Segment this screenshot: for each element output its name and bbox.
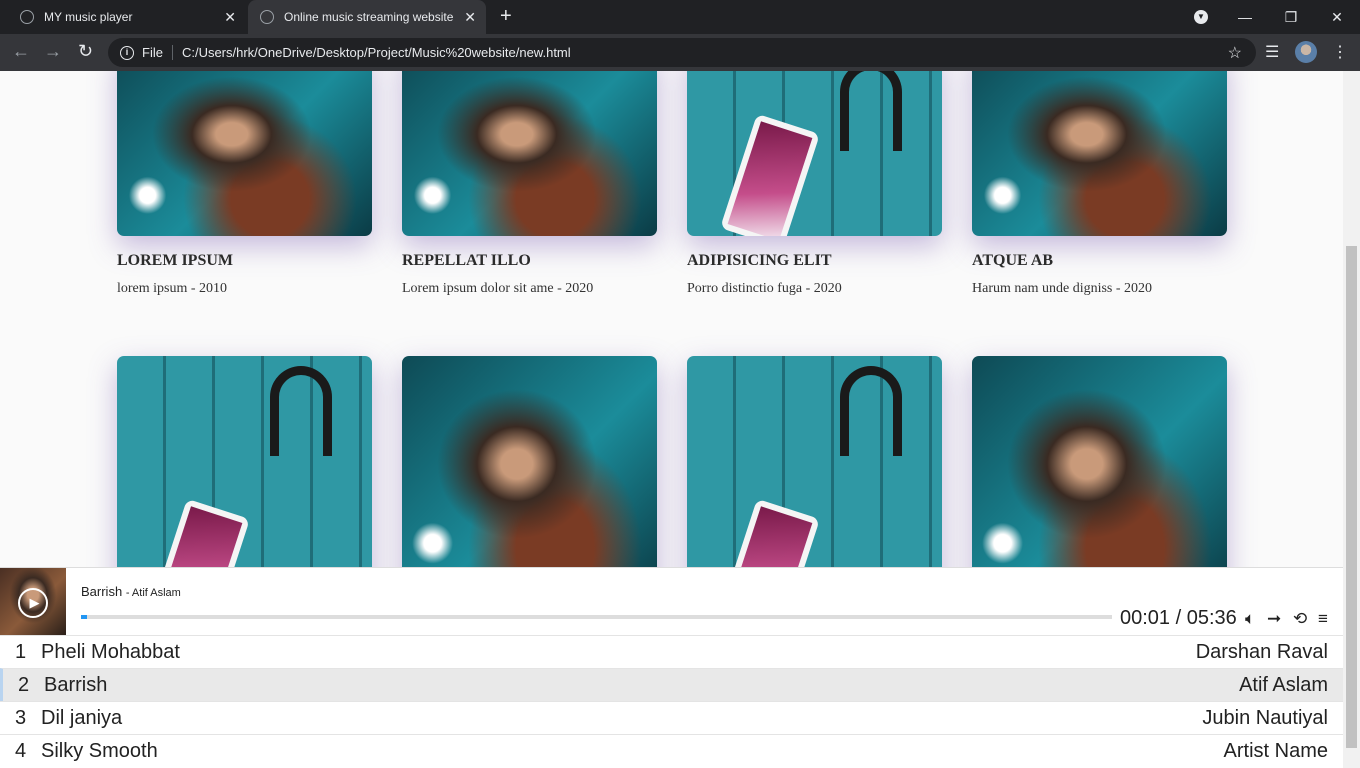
media-control-icon[interactable]: ☰ — [1265, 42, 1279, 62]
track-number: 2 — [18, 673, 30, 696]
scrollbar-thumb[interactable] — [1346, 246, 1357, 748]
now-playing-title: Barrish — [81, 584, 123, 599]
now-playing-artist: - Atif Aslam — [125, 587, 181, 599]
card-title[interactable]: LOREM IPSUM — [117, 252, 233, 270]
album-art-singer[interactable] — [117, 71, 372, 236]
play-icon[interactable]: ▶ — [18, 588, 48, 618]
tab-my-music-player[interactable]: MY music player ✕ — [8, 0, 246, 34]
profile-avatar[interactable] — [1295, 41, 1317, 63]
tab-search-icon[interactable]: ▼ — [1194, 10, 1208, 24]
playlist-icon[interactable]: ≡ — [1318, 609, 1328, 629]
playlist-row[interactable]: 1 Pheli Mohabbat Darshan Raval — [0, 635, 1343, 668]
album-art-singer[interactable] — [402, 356, 657, 596]
menu-kebab-icon[interactable]: ⋮ — [1332, 42, 1348, 62]
album-art-singer[interactable] — [972, 71, 1227, 236]
minimize-icon[interactable]: — — [1222, 0, 1268, 34]
track-number: 1 — [15, 640, 27, 663]
time-display: 00:01 / 05:36 — [1120, 607, 1237, 629]
browser-toolbar: ← → ↻ i File C:/Users/hrk/OneDrive/Deskt… — [0, 34, 1360, 71]
playlist-row[interactable]: 3 Dil janiya Jubin Nautiyal — [0, 701, 1343, 734]
track-artist: Artist Name — [1223, 739, 1328, 762]
headphones-image — [840, 71, 902, 151]
phone-image — [720, 113, 820, 236]
track-number: 3 — [15, 706, 27, 729]
tab-title: MY music player — [44, 10, 133, 24]
playlist-row[interactable]: 4 Silky Smooth Artist Name — [0, 734, 1343, 767]
new-tab-icon[interactable]: + — [500, 5, 512, 28]
playlist-row-active[interactable]: 2 Barrish Atif Aslam — [0, 668, 1343, 701]
card-title[interactable]: REPELLAT ILLO — [402, 252, 531, 270]
tab-title: Online music streaming website ( — [284, 10, 454, 24]
track-number: 4 — [15, 739, 27, 762]
globe-icon — [20, 10, 34, 24]
track-artist: Atif Aslam — [1239, 673, 1328, 696]
track-artist: Jubin Nautiyal — [1202, 706, 1328, 729]
album-art-phone-headphones[interactable] — [687, 356, 942, 596]
headphones-image — [840, 366, 902, 456]
close-window-icon[interactable]: ✕ — [1314, 0, 1360, 34]
seek-bar[interactable] — [81, 615, 1112, 619]
card-subtitle: Harum nam unde digniss - 2020 — [972, 281, 1153, 296]
url-text[interactable]: C:/Users/hrk/OneDrive/Desktop/Project/Mu… — [182, 45, 571, 60]
close-tab-icon[interactable]: ✕ — [224, 9, 236, 26]
repeat-icon[interactable]: ⟲ — [1293, 609, 1307, 629]
card-title[interactable]: ATQUE AB — [972, 252, 1053, 270]
card-subtitle: lorem ipsum - 2010 — [117, 281, 228, 296]
card-subtitle: Lorem ipsum dolor sit ame - 2020 — [402, 281, 594, 296]
track-artist: Darshan Raval — [1195, 640, 1328, 663]
bookmark-star-icon[interactable]: ☆ — [1228, 43, 1242, 63]
close-tab-icon[interactable]: ✕ — [464, 9, 476, 26]
track-title: Dil janiya — [41, 706, 123, 729]
restore-icon[interactable]: ❐ — [1268, 0, 1314, 34]
reload-icon[interactable]: ↻ — [78, 41, 93, 62]
forward-icon[interactable]: → — [44, 41, 62, 62]
headphones-image — [270, 366, 332, 456]
music-player: ▶ Barrish - Atif Aslam 00:01 / 05:36 🔈︎ … — [0, 567, 1343, 768]
card-title[interactable]: ADIPISICING ELIT — [687, 252, 831, 270]
album-art-singer[interactable] — [972, 356, 1227, 596]
album-art-singer[interactable] — [402, 71, 657, 236]
browser-tab-bar: MY music player ✕ Online music streaming… — [0, 0, 1360, 34]
track-title: Silky Smooth — [41, 739, 158, 762]
address-bar[interactable]: i File C:/Users/hrk/OneDrive/Desktop/Pro… — [108, 38, 1256, 67]
page-scrollbar[interactable] — [1343, 71, 1360, 768]
card-subtitle: Porro distinctio fuga - 2020 — [687, 281, 842, 296]
info-icon[interactable]: i — [120, 45, 134, 60]
track-title: Barrish — [44, 673, 108, 696]
volume-icon[interactable]: 🔈︎ — [1245, 609, 1255, 629]
next-icon[interactable]: ➞ — [1267, 609, 1281, 629]
seek-progress — [81, 615, 88, 619]
scheme-label: File — [142, 45, 173, 60]
globe-icon — [260, 10, 274, 24]
track-title: Pheli Mohabbat — [41, 640, 180, 663]
album-art-phone-headphones[interactable] — [687, 71, 942, 236]
now-playing-info: Barrish - Atif Aslam — [81, 584, 181, 599]
album-art-phone-headphones[interactable] — [117, 356, 372, 596]
tab-online-music-streaming[interactable]: Online music streaming website ( ✕ — [248, 0, 486, 34]
back-icon[interactable]: ← — [12, 41, 30, 62]
now-playing-art: ▶ — [0, 568, 66, 635]
